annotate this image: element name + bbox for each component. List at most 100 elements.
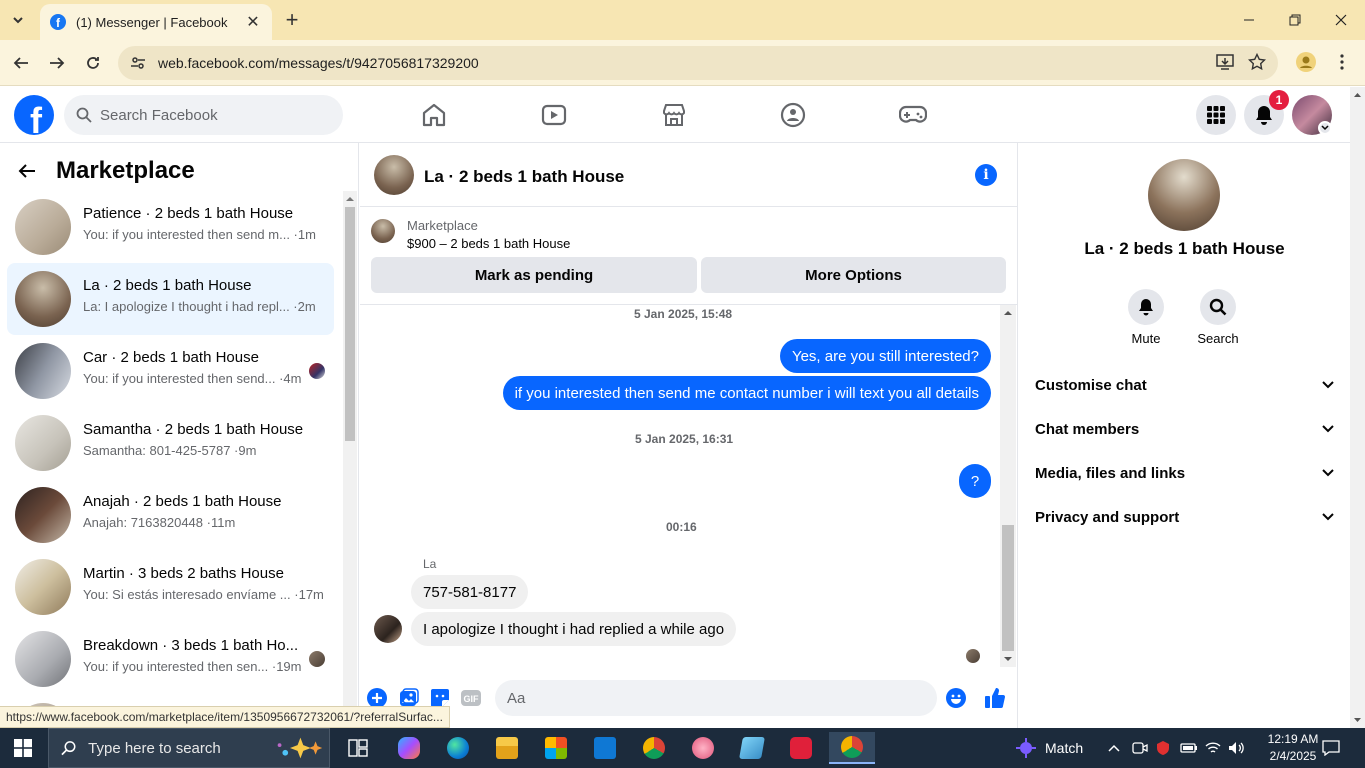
bell-icon[interactable] xyxy=(1128,289,1164,325)
menu-grid-icon[interactable] xyxy=(1196,95,1236,135)
forward-arrow-icon[interactable] xyxy=(44,50,70,76)
volume-icon[interactable] xyxy=(1228,728,1246,768)
conversation-item[interactable]: Car · 2 beds 1 bath House You: if you in… xyxy=(7,335,334,407)
profile-icon[interactable] xyxy=(1294,50,1318,74)
more-options-button[interactable]: More Options xyxy=(701,257,1006,293)
facebook-search-box[interactable] xyxy=(64,95,343,135)
windows-start-icon[interactable] xyxy=(0,728,46,768)
chevron-down-icon xyxy=(1322,381,1334,389)
facebook-logo-icon[interactable]: f xyxy=(14,95,54,135)
chat-scrollbar[interactable] xyxy=(1000,305,1016,667)
search-label: Search xyxy=(1197,331,1239,346)
account-chevron-down-icon[interactable] xyxy=(1318,121,1332,135)
window-close-icon[interactable] xyxy=(1318,0,1364,40)
show-hidden-icons-chevron-icon[interactable] xyxy=(1108,728,1120,768)
taskbar-search-input[interactable] xyxy=(88,739,269,757)
listing-avatar-large[interactable] xyxy=(1148,159,1220,231)
mail-icon[interactable] xyxy=(585,732,625,764)
app-icon[interactable] xyxy=(683,732,723,764)
back-arrow-icon[interactable] xyxy=(18,163,48,179)
url-text: web.facebook.com/messages/t/942705681732… xyxy=(158,55,479,71)
app-icon[interactable] xyxy=(732,732,772,764)
info-icon[interactable]: i xyxy=(975,164,997,186)
bookmark-star-icon[interactable] xyxy=(1245,50,1269,74)
facebook-search-input[interactable] xyxy=(100,106,320,124)
gif-icon[interactable]: GIF xyxy=(460,687,482,709)
timestamp: 00:16 xyxy=(666,520,697,534)
weather-text: Match xyxy=(1045,740,1084,756)
new-tab-plus-icon[interactable]: + xyxy=(280,7,304,32)
copilot-icon[interactable] xyxy=(389,732,429,764)
browser-menu-icon[interactable] xyxy=(1330,50,1354,74)
notification-center-icon[interactable] xyxy=(1322,728,1340,768)
task-view-icon[interactable] xyxy=(338,732,378,764)
marketplace-icon[interactable] xyxy=(658,99,690,131)
edge-browser-icon[interactable] xyxy=(438,732,478,764)
wifi-icon[interactable] xyxy=(1205,728,1221,768)
clock-date: 2/4/2025 xyxy=(1269,749,1317,763)
conversation-item-active[interactable]: La · 2 beds 1 bath House La: I apologize… xyxy=(7,263,334,335)
chrome-active-icon[interactable] xyxy=(829,732,875,764)
chat-listing-avatar[interactable] xyxy=(374,155,414,195)
conversation-item[interactable]: Martin · 3 beds 2 baths House You: Si es… xyxy=(7,551,334,623)
emoji-icon[interactable] xyxy=(945,687,967,709)
tab-close-icon[interactable]: ✕ xyxy=(244,12,262,32)
mute-action[interactable]: Mute xyxy=(1116,289,1176,346)
chrome-icon[interactable] xyxy=(634,732,674,764)
notification-count-badge: 1 xyxy=(1269,90,1289,110)
video-icon[interactable] xyxy=(538,99,570,131)
privacy-support-item[interactable]: Privacy and support xyxy=(1027,495,1342,539)
taskbar-clock[interactable]: 12:19 AM 2/4/2025 xyxy=(1255,731,1331,765)
battery-icon[interactable] xyxy=(1180,728,1198,768)
install-app-icon[interactable] xyxy=(1213,50,1237,74)
page-scrollbar[interactable] xyxy=(1350,87,1365,728)
search-icon[interactable] xyxy=(1200,289,1236,325)
outgoing-message[interactable]: Yes, are you still interested? xyxy=(779,339,991,373)
minimize-icon[interactable] xyxy=(1226,0,1272,40)
antivirus-icon[interactable] xyxy=(1155,728,1171,768)
conversations-scrollbar[interactable] xyxy=(343,191,357,728)
incoming-message[interactable]: 757-581-8177 xyxy=(411,575,529,609)
sender-name: La xyxy=(423,557,437,571)
sender-avatar[interactable] xyxy=(374,615,402,643)
listing-price-title[interactable]: $900 – 2 beds 1 bath House xyxy=(407,236,570,251)
conversation-item[interactable]: Patience · 2 beds 1 bath House You: if y… xyxy=(7,191,334,263)
listing-thumbnail xyxy=(15,415,71,471)
tab-list-chevron-icon[interactable] xyxy=(6,8,30,32)
taskbar-search-box[interactable] xyxy=(48,728,330,768)
chat-title[interactable]: La · 2 beds 1 bath House xyxy=(424,167,624,187)
camera-app-icon[interactable] xyxy=(781,732,821,764)
conversation-item[interactable]: Breakdown · 3 beds 1 bath Ho... You: if … xyxy=(7,623,334,695)
like-thumbs-up-icon[interactable] xyxy=(984,687,1006,709)
media-files-links-item[interactable]: Media, files and links xyxy=(1027,451,1342,495)
conversation-item[interactable]: Samantha · 2 beds 1 bath House Samantha:… xyxy=(7,407,334,479)
outgoing-message[interactable]: ? xyxy=(959,464,991,498)
incoming-message[interactable]: I apologize I thought i had replied a wh… xyxy=(411,612,737,646)
file-explorer-icon[interactable] xyxy=(487,732,527,764)
site-info-icon[interactable] xyxy=(128,53,148,73)
outgoing-message[interactable]: if you interested then send me contact n… xyxy=(502,376,991,410)
browser-tab-messenger[interactable]: f (1) Messenger | Facebook ✕ xyxy=(40,4,272,40)
gaming-icon[interactable] xyxy=(897,99,929,131)
timestamp: 5 Jan 2025, 15:48 xyxy=(634,307,733,321)
message-composer: GIF xyxy=(360,679,1018,717)
restore-icon[interactable] xyxy=(1272,0,1318,40)
reload-icon[interactable] xyxy=(80,50,106,76)
home-icon[interactable] xyxy=(418,99,450,131)
groups-icon[interactable] xyxy=(777,99,809,131)
chat-members-item[interactable]: Chat members xyxy=(1027,407,1342,451)
customise-chat-item[interactable]: Customise chat xyxy=(1027,363,1342,407)
conversation-item[interactable]: Anajah · 2 beds 1 bath House Anajah: 716… xyxy=(7,479,334,551)
weather-widget[interactable]: Match xyxy=(1015,728,1083,768)
address-bar[interactable]: web.facebook.com/messages/t/942705681732… xyxy=(118,46,1278,80)
scrollbar-thumb[interactable] xyxy=(1002,525,1014,651)
mark-as-pending-button[interactable]: Mark as pending xyxy=(371,257,697,293)
scrollbar-thumb[interactable] xyxy=(345,207,355,441)
search-action[interactable]: Search xyxy=(1188,289,1248,346)
listing-thumbnail[interactable] xyxy=(371,219,395,243)
microsoft-store-icon[interactable] xyxy=(536,732,576,764)
back-arrow-icon[interactable] xyxy=(8,50,34,76)
conversation-preview: Samantha: 801-425-5787 ·9m xyxy=(83,443,257,458)
message-input[interactable] xyxy=(495,680,937,716)
meet-now-icon[interactable] xyxy=(1132,728,1148,768)
